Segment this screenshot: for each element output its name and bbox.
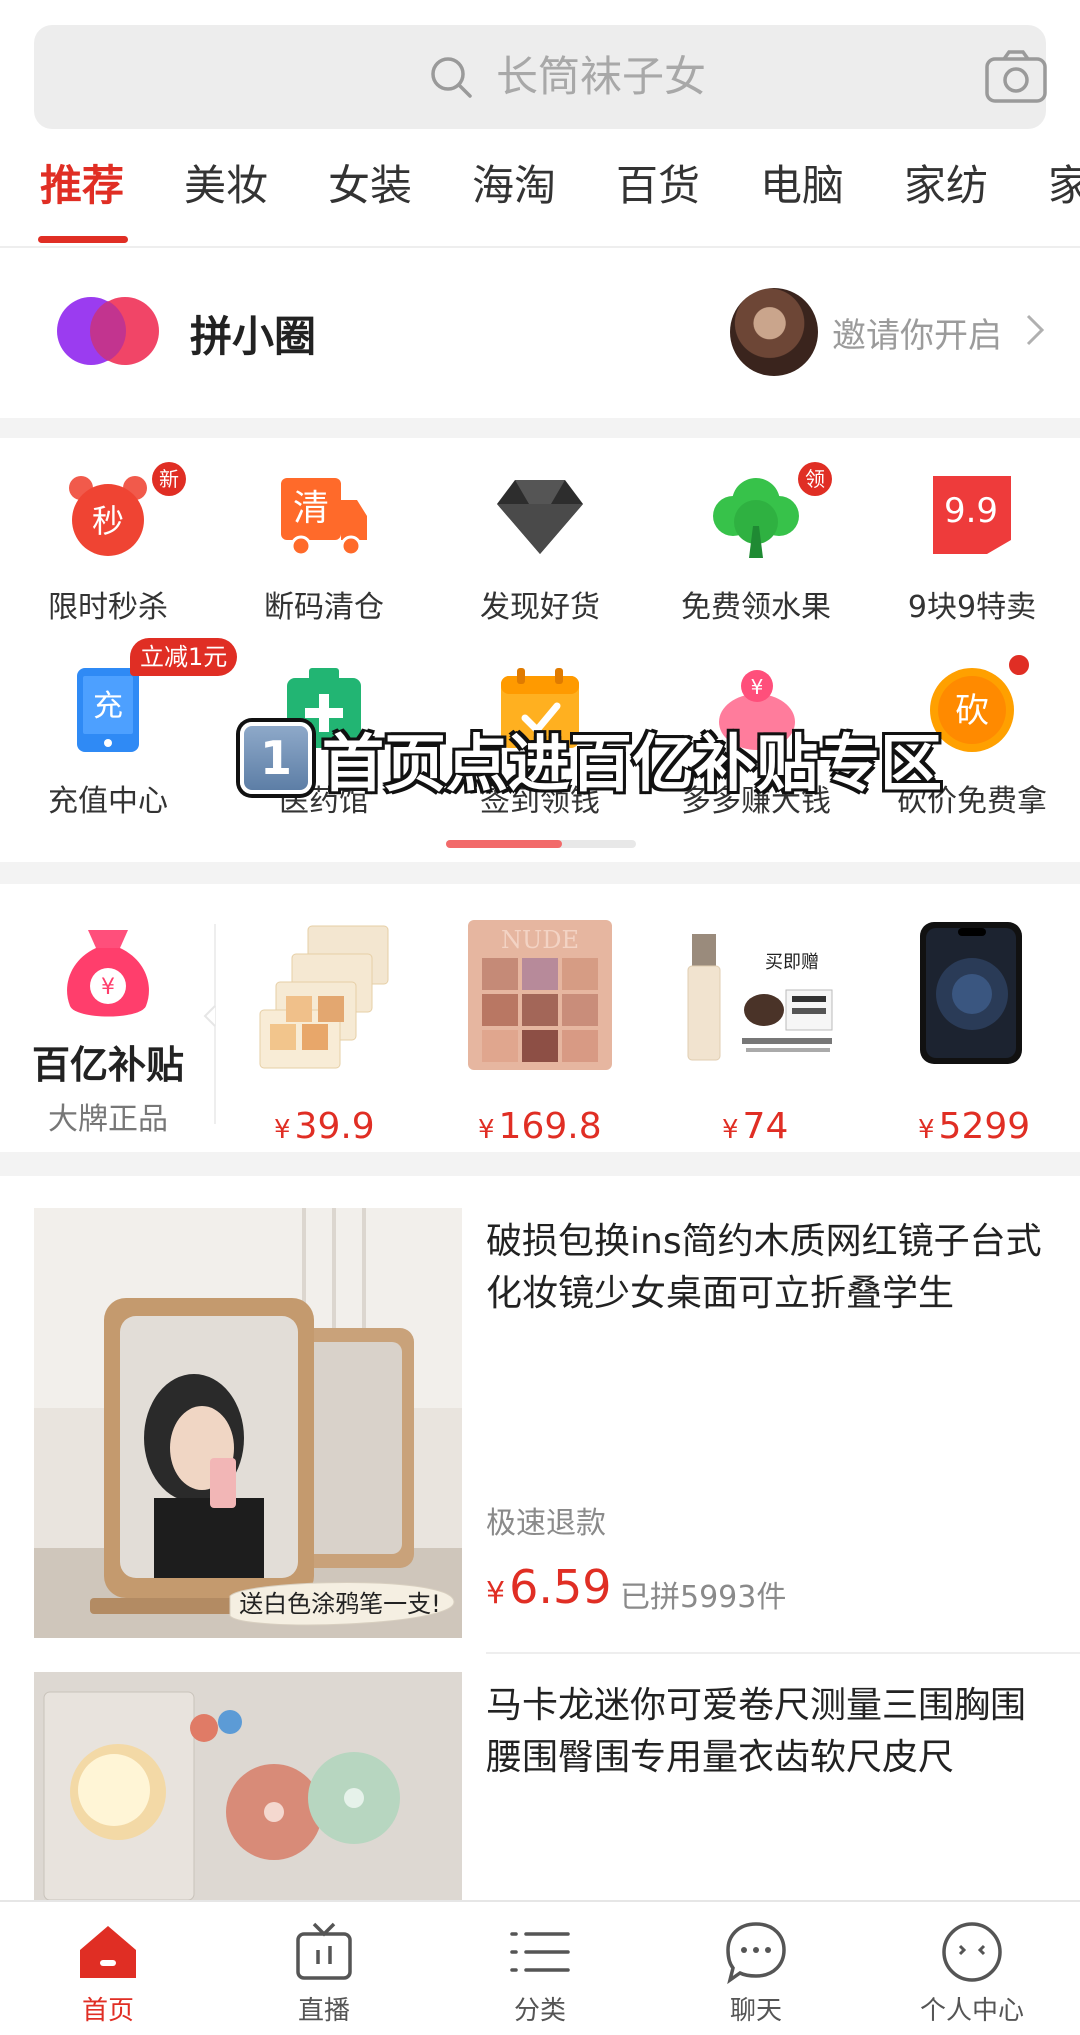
svg-text:送白色涂鸦笔一支!: 送白色涂鸦笔一支! (239, 1590, 441, 1618)
phone-icon: 充 (77, 668, 139, 752)
product-image-mirror[interactable]: 送白色涂鸦笔一支! (34, 1208, 462, 1638)
svg-text:NUDE: NUDE (501, 926, 579, 954)
step-number-badge: 1 (240, 722, 312, 794)
section-gap (0, 862, 1080, 884)
product-image-tape-measure[interactable] (34, 1672, 462, 1900)
product-image-iphone[interactable] (888, 914, 1058, 1074)
alarm-icon-text: 秒 (92, 502, 124, 540)
new-badge: 新 (152, 462, 186, 496)
grid-label: 9块9特卖 (907, 590, 1037, 625)
tag-icon: 9.9 (933, 476, 1011, 554)
bottom-navigation: 首页 直播 分类 聊天 个人中心 (0, 1900, 1080, 2035)
section-gap (0, 418, 1080, 438)
tab-recommend[interactable]: 推荐 (40, 160, 124, 212)
alarm-clock-icon: 秒 (69, 476, 147, 556)
circle-logo-icon (57, 297, 159, 365)
grid-item-recharge[interactable]: 充 立减1元 充值中心 (0, 638, 238, 824)
search-icon (431, 57, 472, 98)
grid-scroll-thumb (446, 840, 562, 848)
svg-text:买即赠: 买即赠 (765, 952, 819, 973)
notification-dot (1006, 652, 1032, 678)
svg-text:砍: 砍 (955, 691, 989, 731)
grid-item-flash-sale[interactable]: 秒 新 限时秒杀 (0, 462, 216, 630)
grid-label: 免费领水果 (681, 590, 831, 625)
tab-computer[interactable]: 电脑 (760, 160, 844, 212)
pin-circle-row[interactable]: 拼小圈 邀请你开启 (0, 248, 1080, 418)
claim-badge: 领 (798, 462, 832, 496)
camera-icon[interactable] (984, 49, 1048, 105)
chevron-right-icon (1026, 314, 1045, 346)
tree-icon (713, 478, 799, 558)
product-title: 马卡龙迷你可爱卷尺测量三围胸围腰围臀围专用量衣齿软尺皮尺 (486, 1685, 1027, 1778)
section-gap (0, 1152, 1080, 1176)
sold-count: 已拼5993件 (620, 1580, 787, 1615)
nav-category[interactable]: 分类 (432, 1902, 648, 2035)
product-image-eyeshadow[interactable] (238, 914, 408, 1074)
product-card[interactable]: 送白色涂鸦笔一支! 破损包换ins简约木质网红镜子台式化妆镜少女桌面可立折叠学生… (0, 1176, 1080, 1654)
chevron-left-icon (203, 1005, 216, 1027)
svg-text:9.9: 9.9 (944, 491, 998, 531)
svg-text:充: 充 (93, 689, 123, 724)
svg-text:¥: ¥ (101, 975, 115, 1000)
tab-overseas[interactable]: 海淘 (472, 160, 556, 212)
grid-label: 断码清仓 (264, 590, 384, 625)
product-price: ¥74 (722, 1106, 789, 1147)
home-icon (80, 1926, 136, 1978)
nav-label: 直播 (297, 1996, 350, 2026)
product-card[interactable]: 马卡龙迷你可爱卷尺测量三围胸围腰围臀围专用量衣齿软尺皮尺 (0, 1640, 1080, 1900)
fast-refund-tag: 极速退款 (486, 1506, 606, 1541)
subsidy-section[interactable]: ¥ 百亿补贴 大牌正品 ¥39.9 NUDE ¥169.8 买即赠 ¥74 ¥ … (0, 884, 1080, 1152)
profile-icon (942, 1922, 1002, 1982)
nav-profile[interactable]: 个人中心 (864, 1902, 1080, 2035)
tutorial-caption: 1 首页点进百亿补贴专区 (240, 718, 944, 802)
tab-beauty[interactable]: 美妆 (184, 160, 268, 212)
money-bag-icon: ¥ (67, 930, 149, 1017)
grid-label: 限时秒杀 (48, 590, 168, 625)
truck-icon: 清 (281, 478, 367, 557)
grid-label: 充值中心 (48, 784, 168, 819)
grid-item-discover[interactable]: 发现好货 (432, 470, 648, 630)
chat-icon (726, 1922, 786, 1984)
product-image-palette[interactable]: NUDE (456, 914, 626, 1074)
product-image-foundation[interactable]: 买即赠 (672, 914, 842, 1074)
tutorial-caption-text: 首页点进百亿补贴专区 (320, 726, 943, 802)
product-price: ¥5299 (918, 1106, 1031, 1147)
product-price: ¥6.59 (486, 1560, 612, 1614)
category-tabs: 推荐 美妆 女装 海淘 百货 电脑 家纺 家 (0, 150, 1080, 246)
grid-label: 发现好货 (480, 590, 600, 625)
product-title: 破损包换ins简约木质网红镜子台式化妆镜少女桌面可立折叠学生 (486, 1221, 1042, 1314)
tab-home[interactable]: 家 (1048, 160, 1080, 212)
nav-label: 聊天 (729, 1996, 782, 2026)
nav-label: 个人中心 (919, 1996, 1024, 2026)
tv-icon (296, 1922, 352, 1980)
grid-item-9-9-sale[interactable]: 9.9 9块9特卖 (864, 470, 1080, 630)
search-placeholder: 长筒袜子女 (496, 52, 707, 101)
svg-text:¥: ¥ (751, 675, 764, 699)
tab-women[interactable]: 女装 (328, 160, 412, 212)
grid-item-free-fruit[interactable]: 领 免费领水果 (648, 462, 864, 630)
invite-link[interactable]: 邀请你开启 (832, 308, 1002, 357)
subsidy-subtitle: 大牌正品 (48, 1102, 168, 1137)
nav-chat[interactable]: 聊天 (648, 1902, 864, 2035)
nav-label: 首页 (81, 1996, 134, 2026)
search-bar[interactable]: 长筒袜子女 (34, 25, 1048, 129)
subsidy-title: 百亿补贴 (31, 1043, 184, 1087)
tab-active-indicator (38, 236, 128, 243)
list-icon (510, 1932, 570, 1972)
grid-item-clearance[interactable]: 清 断码清仓 (216, 470, 432, 630)
product-price: ¥39.9 (274, 1106, 375, 1147)
tab-home-textile[interactable]: 家纺 (904, 160, 988, 212)
product-price: ¥169.8 (478, 1106, 602, 1147)
circle-title: 拼小圈 (190, 312, 317, 361)
nav-home[interactable]: 首页 (0, 1902, 216, 2035)
avatar (730, 288, 818, 376)
nav-live[interactable]: 直播 (216, 1902, 432, 2035)
tab-general[interactable]: 百货 (616, 160, 700, 212)
svg-text:清: 清 (293, 488, 329, 529)
nav-label: 分类 (513, 1996, 566, 2026)
diamond-icon (497, 480, 583, 554)
